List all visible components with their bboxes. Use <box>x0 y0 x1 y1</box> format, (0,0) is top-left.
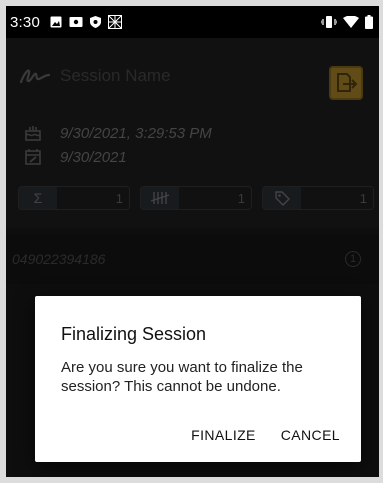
system-icons <box>321 15 373 29</box>
image-icon <box>50 16 62 28</box>
finalize-button[interactable]: FINALIZE <box>191 427 256 443</box>
vibrate-icon <box>321 16 337 28</box>
dialog-title: Finalizing Session <box>61 324 207 344</box>
notification-icons <box>50 15 122 29</box>
cancel-button[interactable]: CANCEL <box>281 427 340 443</box>
shield-icon <box>90 16 101 28</box>
dialog-message: Are you sure you want to finalize the se… <box>61 359 303 395</box>
wifi-icon <box>343 16 359 28</box>
device-frame: 3:30 Session Name 9/30/2021, 3:29:53 PM … <box>0 0 383 483</box>
phone-screen: 3:30 Session Name 9/30/2021, 3:29:53 PM … <box>6 6 379 477</box>
dialog-actions: FINALIZE CANCEL <box>191 427 340 443</box>
card-icon <box>69 17 83 27</box>
status-bar: 3:30 <box>6 6 379 38</box>
status-time: 3:30 <box>10 13 40 31</box>
battery-icon <box>365 15 373 29</box>
finalize-dialog: Finalizing Session Are you sure you want… <box>35 296 361 462</box>
pattern-icon <box>108 15 122 29</box>
